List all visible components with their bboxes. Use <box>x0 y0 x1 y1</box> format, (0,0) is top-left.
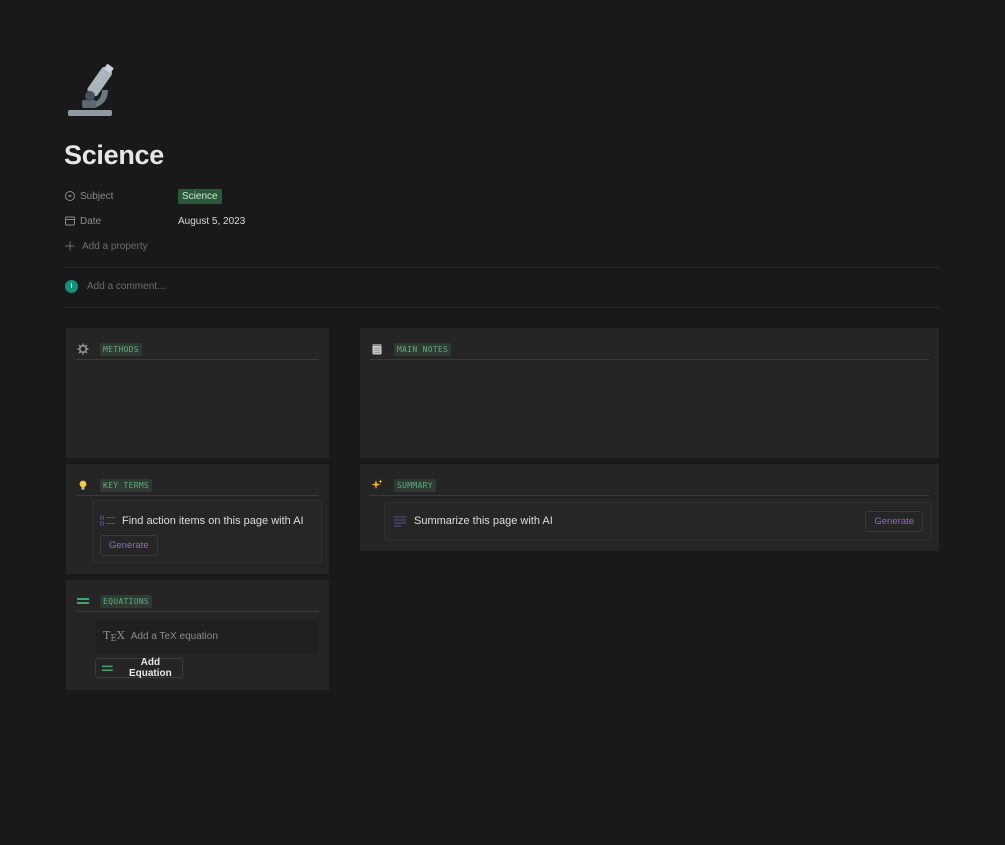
select-icon <box>65 191 75 201</box>
checklist-icon <box>100 515 115 526</box>
add-property-button[interactable]: Add a property <box>64 236 148 256</box>
summary-panel: SUMMARY Summarize this page with AI Gene… <box>360 464 939 551</box>
equals-icon <box>76 594 90 608</box>
ai-action-box: Find action items on this page with AI G… <box>92 500 322 563</box>
ai-prompt-text: Summarize this page with AI <box>414 515 553 527</box>
panel-title: SUMMARY <box>394 478 436 492</box>
subject-tag[interactable]: Science <box>178 188 222 204</box>
ai-action-box: Summarize this page with AI Generate <box>384 502 932 541</box>
equals-icon <box>102 665 113 671</box>
panel-header: METHODS <box>76 339 319 360</box>
date-value[interactable]: August 5, 2023 <box>178 216 245 227</box>
panel-title: METHODS <box>100 342 142 356</box>
property-label: Subject <box>80 190 114 202</box>
property-date[interactable]: Date August 5, 2023 <box>64 211 245 231</box>
divider <box>64 307 940 308</box>
panel-title: MAIN NOTES <box>394 342 452 356</box>
avatar: I <box>65 280 78 293</box>
sparkles-icon <box>370 478 384 492</box>
equations-panel: EQUATIONS TEX Add a TeX equation Add Equ… <box>66 580 329 690</box>
property-label: Date <box>80 215 102 227</box>
panel-title: KEY TERMS <box>100 478 153 492</box>
ai-prompt-text: Find action items on this page with AI <box>122 515 304 527</box>
add-property-label: Add a property <box>82 240 148 252</box>
tex-equation-input[interactable]: TEX Add a TeX equation <box>96 619 319 654</box>
comment-input[interactable]: I Add a comment... <box>64 280 165 293</box>
microscope-icon[interactable] <box>64 60 120 120</box>
page-title[interactable]: Science <box>64 140 164 171</box>
plus-icon <box>65 241 75 251</box>
divider <box>64 267 940 268</box>
panel-title: EQUATIONS <box>100 594 153 608</box>
notepad-icon <box>370 342 384 356</box>
gear-icon <box>76 342 90 356</box>
summary-lines-icon <box>394 516 406 527</box>
tex-placeholder: Add a TeX equation <box>130 631 218 642</box>
panel-header: MAIN NOTES <box>370 339 929 360</box>
add-equation-button[interactable]: Add Equation <box>95 657 183 679</box>
methods-panel: METHODS <box>66 328 329 458</box>
property-subject[interactable]: Subject Science <box>64 186 222 206</box>
add-equation-label: Add Equation <box>128 657 172 679</box>
generate-button[interactable]: Generate <box>865 511 923 532</box>
key-terms-panel: KEY TERMS Find action items on this page… <box>66 464 329 574</box>
main-notes-panel: MAIN NOTES <box>360 328 939 458</box>
generate-button[interactable]: Generate <box>100 535 158 556</box>
panel-header: KEY TERMS <box>76 475 319 496</box>
calendar-icon <box>65 216 75 226</box>
panel-header: EQUATIONS <box>76 591 319 612</box>
lightbulb-icon <box>76 478 90 492</box>
panel-header: SUMMARY <box>370 475 929 496</box>
comment-placeholder: Add a comment... <box>87 281 166 292</box>
tex-icon: TEX <box>103 629 125 644</box>
